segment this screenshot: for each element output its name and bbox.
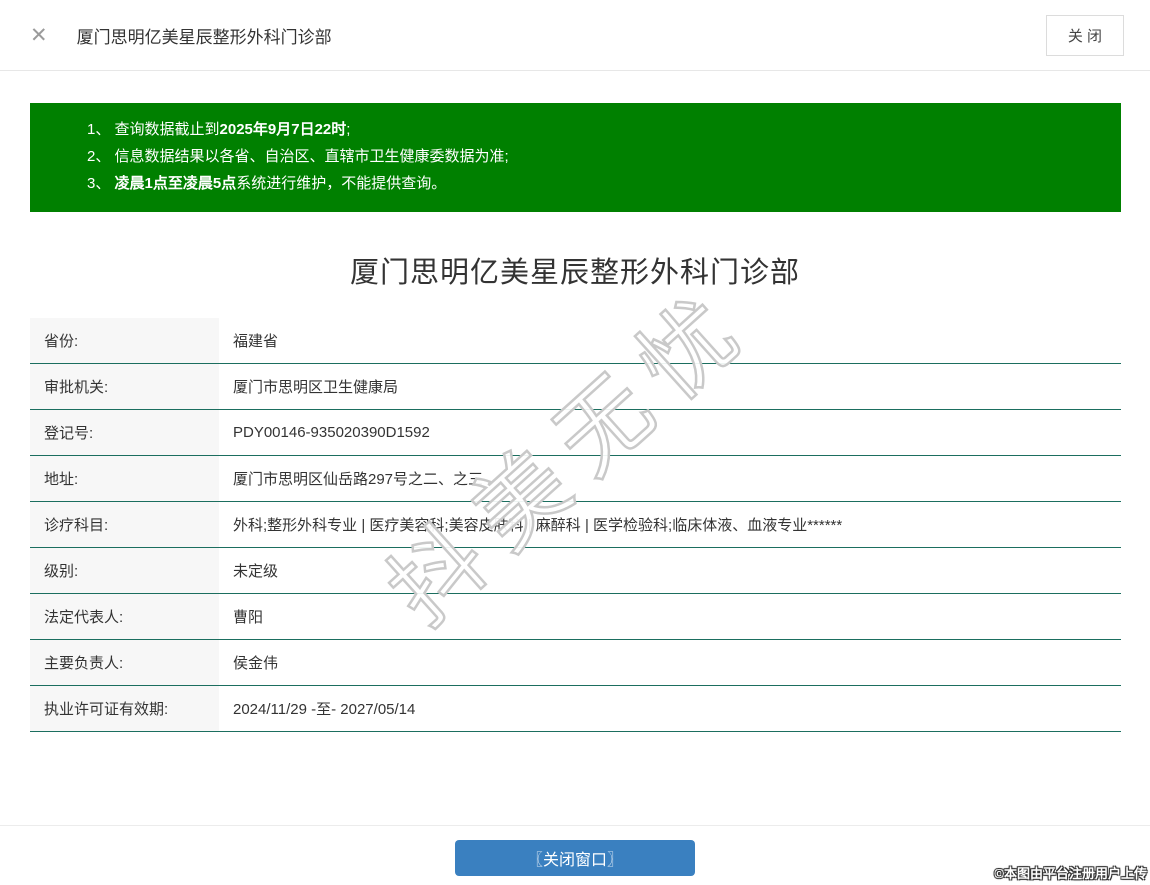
notice-line-3-bold: 凌晨1点至凌晨5点 <box>114 175 237 192</box>
notice-line-2-text: 2、 信息数据结果以各省、自治区、直辖市卫生健康委数据为准; <box>87 148 509 165</box>
table-row-address: 地址: 厦门市思明区仙岳路297号之二、之三 <box>30 456 1121 502</box>
row-value: 侯金伟 <box>233 655 279 672</box>
notice-banner: 1、 查询数据截止到2025年9月7日22时; 2、 信息数据结果以各省、自治区… <box>30 103 1121 212</box>
notice-line-3-suffix: 系统进行维护，不能提供查询。 <box>236 175 447 192</box>
row-value: 未定级 <box>233 563 279 580</box>
row-label: 登记号: <box>30 410 219 455</box>
row-label: 地址: <box>30 456 219 501</box>
row-label: 主要负责人: <box>30 640 219 685</box>
notice-line-2: 2、 信息数据结果以各省、自治区、直辖市卫生健康委数据为准; <box>87 143 1101 170</box>
row-value: 外科;整形外科专业 | 医疗美容科;美容皮肤科 | 麻醉科 | 医学检验科;临床… <box>233 517 843 534</box>
table-row-approval-authority: 审批机关: 厦门市思明区卫生健康局 <box>30 364 1121 410</box>
row-label: 审批机关: <box>30 364 219 409</box>
notice-line-1-suffix: ; <box>346 121 351 138</box>
table-row-level: 级别: 未定级 <box>30 548 1121 594</box>
row-label: 执业许可证有效期: <box>30 686 219 731</box>
row-label: 省份: <box>30 318 219 363</box>
row-value: 厦门市思明区卫生健康局 <box>233 379 399 396</box>
info-table: 省份: 福建省 审批机关: 厦门市思明区卫生健康局 登记号: PDY00146-… <box>30 318 1121 732</box>
notice-line-1: 1、 查询数据截止到2025年9月7日22时; <box>87 116 1101 143</box>
table-row-province: 省份: 福建省 <box>30 318 1121 364</box>
row-value: 2024/11/29 -至- 2027/05/14 <box>233 701 416 718</box>
close-window-button[interactable]: 〖关闭窗口〗 <box>455 840 695 876</box>
top-bar: ✕ 厦门思明亿美星辰整形外科门诊部 关 闭 <box>0 0 1150 71</box>
row-value: 厦门市思明区仙岳路297号之二、之三 <box>233 471 484 488</box>
window-title: 厦门思明亿美星辰整形外科门诊部 <box>76 27 332 47</box>
upload-credit-watermark: ©本图由平台注册用户上传 <box>994 866 1147 881</box>
table-row-legal-representative: 法定代表人: 曹阳 <box>30 594 1121 640</box>
row-value: PDY00146-935020390D1592 <box>233 424 430 441</box>
table-row-principal: 主要负责人: 侯金伟 <box>30 640 1121 686</box>
notice-line-3: 3、 凌晨1点至凌晨5点系统进行维护，不能提供查询。 <box>87 170 1101 197</box>
notice-line-3-text: 3、 <box>87 175 115 192</box>
row-label: 级别: <box>30 548 219 593</box>
table-row-license-validity: 执业许可证有效期: 2024/11/29 -至- 2027/05/14 <box>30 686 1121 732</box>
table-row-departments: 诊疗科目: 外科;整形外科专业 | 医疗美容科;美容皮肤科 | 麻醉科 | 医学… <box>30 502 1121 548</box>
row-value: 福建省 <box>233 333 279 350</box>
footer-bar: 〖关闭窗口〗 <box>0 825 1150 885</box>
row-label: 法定代表人: <box>30 594 219 639</box>
close-button[interactable]: 关 闭 <box>1045 14 1124 56</box>
notice-line-1-text: 1、 查询数据截止到 <box>87 121 220 138</box>
row-label: 诊疗科目: <box>30 502 219 547</box>
notice-line-1-bold: 2025年9月7日22时 <box>219 121 347 138</box>
row-value: 曹阳 <box>233 609 264 626</box>
close-x-icon[interactable]: ✕ <box>30 25 48 46</box>
page-title: 厦门思明亿美星辰整形外科门诊部 <box>349 257 800 289</box>
table-row-registration-number: 登记号: PDY00146-935020390D1592 <box>30 410 1121 456</box>
